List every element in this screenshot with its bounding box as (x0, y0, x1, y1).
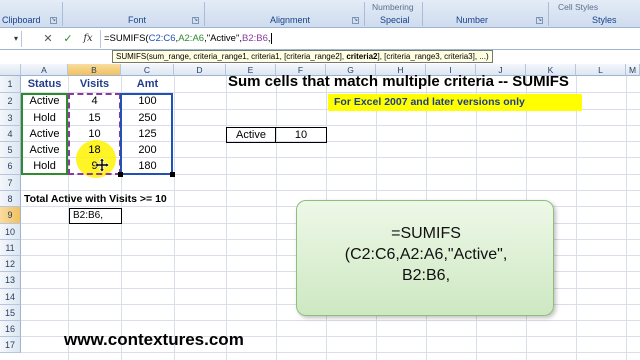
clipboard-launcher-icon[interactable]: ↘ (50, 17, 57, 24)
grid-line (626, 76, 627, 360)
row-header-9[interactable]: 9 (0, 207, 21, 224)
criteria-visits-cell[interactable]: 10 (275, 127, 327, 143)
row-header-14[interactable]: 14 (0, 289, 21, 305)
grid-line (226, 76, 227, 360)
column-header-d[interactable]: D (174, 64, 226, 76)
ribbon-separator (204, 2, 205, 26)
ribbon-separator (62, 2, 63, 26)
font-launcher-icon[interactable]: ↘ (192, 17, 199, 24)
column-header-l[interactable]: L (576, 64, 626, 76)
row-header-10[interactable]: 10 (0, 224, 21, 240)
ribbon-group-clipboard[interactable]: Clipboard (2, 15, 41, 25)
website-url: www.contextures.com (64, 330, 244, 349)
grid-line (276, 76, 277, 360)
row-header-6[interactable]: 6 (0, 158, 21, 175)
row-header-1[interactable]: 1 (0, 76, 21, 93)
visits-cell[interactable]: 10 (68, 126, 121, 142)
select-all-corner[interactable] (0, 64, 21, 76)
ribbon-group-styles[interactable]: Styles (592, 15, 617, 25)
column-header-a[interactable]: A (21, 64, 68, 76)
amt-cell[interactable]: 250 (121, 110, 174, 126)
ribbon-separator (422, 2, 423, 26)
callout-line1: =SUMIFS (391, 225, 461, 242)
ribbon-group-alignment[interactable]: Alignment (270, 15, 310, 25)
amt-cell[interactable]: 200 (121, 142, 174, 158)
row-header-8[interactable]: 8 (0, 191, 21, 207)
criteria-status-cell[interactable]: Active (226, 127, 276, 143)
version-note: For Excel 2007 and later versions only (328, 94, 582, 111)
grid-line (576, 76, 577, 360)
row-header-16[interactable]: 16 (0, 321, 21, 337)
ribbon: Clipboard ↘ Font ↘ Alignment ↘ Numbering… (0, 0, 640, 28)
grid-line (21, 320, 640, 321)
formula-bar: ▾ ✕ ✓ fx =SUMIFS(C2:C6,A2:A6,"Active",B2… (0, 28, 640, 50)
grid-line (174, 76, 175, 360)
row-header-2[interactable]: 2 (0, 93, 21, 110)
tooltip-current-argument: criteria2 (346, 52, 378, 61)
header-amt: Amt (136, 78, 159, 90)
formula-prefix: =SUMIFS( (104, 33, 149, 44)
number-launcher-icon[interactable]: ↘ (536, 17, 543, 24)
column-header-m[interactable]: M (626, 64, 640, 76)
formula-ref-criteria-range1: A2:A6 (178, 33, 205, 44)
callout-line3: B2:B6, (401, 267, 451, 284)
ribbon-group-special[interactable]: Special (380, 15, 410, 25)
summary-label: Total Active with Visits >= 10 (24, 193, 167, 205)
ribbon-separator (364, 2, 365, 26)
formula-ref-criteria-range2: B2:B6 (241, 33, 268, 44)
visits-cell[interactable]: 18 (68, 142, 121, 158)
formula-criteria1: "Active" (206, 33, 240, 44)
tooltip-prefix: SUMIFS(sum_range, criteria_range1, crite… (116, 52, 347, 61)
formula-ref-sum-range: C2:C6 (148, 33, 176, 44)
numbering-button[interactable]: Numbering (372, 2, 414, 12)
row-header-17[interactable]: 17 (0, 337, 21, 353)
amt-cell[interactable]: 125 (121, 126, 174, 142)
alignment-launcher-icon[interactable]: ↘ (352, 17, 359, 24)
status-cell[interactable]: Active (21, 126, 68, 142)
grid-line (21, 352, 640, 353)
row-header-4[interactable]: 4 (0, 126, 21, 142)
amt-cell[interactable]: 100 (121, 93, 174, 109)
row-header-12[interactable]: 12 (0, 256, 21, 272)
amt-cell[interactable]: 180 (121, 158, 174, 174)
function-argument-tooltip: SUMIFS(sum_range, criteria_range1, crite… (112, 50, 493, 63)
formula-input[interactable]: =SUMIFS(C2:C6,A2:A6,"Active",B2:B6, (100, 30, 638, 48)
insert-function-icon[interactable]: fx (80, 32, 96, 46)
ribbon-group-number[interactable]: Number (456, 15, 488, 25)
row-header-15[interactable]: 15 (0, 305, 21, 321)
page-title: Sum cells that match multiple criteria -… (228, 73, 569, 90)
ribbon-group-font[interactable]: Font (128, 15, 146, 25)
row-header-7[interactable]: 7 (0, 175, 21, 191)
row-header-13[interactable]: 13 (0, 272, 21, 289)
status-cell[interactable]: Active (21, 142, 68, 158)
column-header-c[interactable]: C (121, 64, 174, 76)
row-header-5[interactable]: 5 (0, 142, 21, 158)
visits-cell[interactable]: 15 (68, 110, 121, 126)
row-header-3[interactable]: 3 (0, 110, 21, 126)
row-header-11[interactable]: 11 (0, 240, 21, 256)
visits-cell[interactable]: 4 (68, 93, 121, 109)
cancel-icon[interactable]: ✕ (40, 32, 56, 46)
header-status: Status (27, 78, 62, 90)
header-visits: Visits (79, 78, 110, 90)
move-cursor-icon (95, 158, 109, 172)
formula-callout: =SUMIFS (C2:C6,A2:A6,"Active", B2:B6, (296, 200, 554, 316)
tooltip-suffix: ], [criteria_range3, criteria3], ...) (377, 52, 489, 61)
column-header-b[interactable]: B (68, 64, 121, 76)
text-cursor (270, 32, 272, 44)
ribbon-separator (548, 2, 549, 26)
cell-styles-button[interactable]: Cell Styles (558, 2, 598, 12)
status-cell[interactable]: Hold (21, 110, 68, 126)
enter-check-icon[interactable]: ✓ (60, 32, 76, 46)
callout-line2: (C2:C6,A2:A6,"Active", (344, 246, 508, 263)
active-cell-editor[interactable]: B2:B6, (69, 208, 122, 224)
name-box[interactable]: ▾ (0, 31, 22, 47)
status-cell[interactable]: Hold (21, 158, 68, 174)
status-cell[interactable]: Active (21, 93, 68, 109)
